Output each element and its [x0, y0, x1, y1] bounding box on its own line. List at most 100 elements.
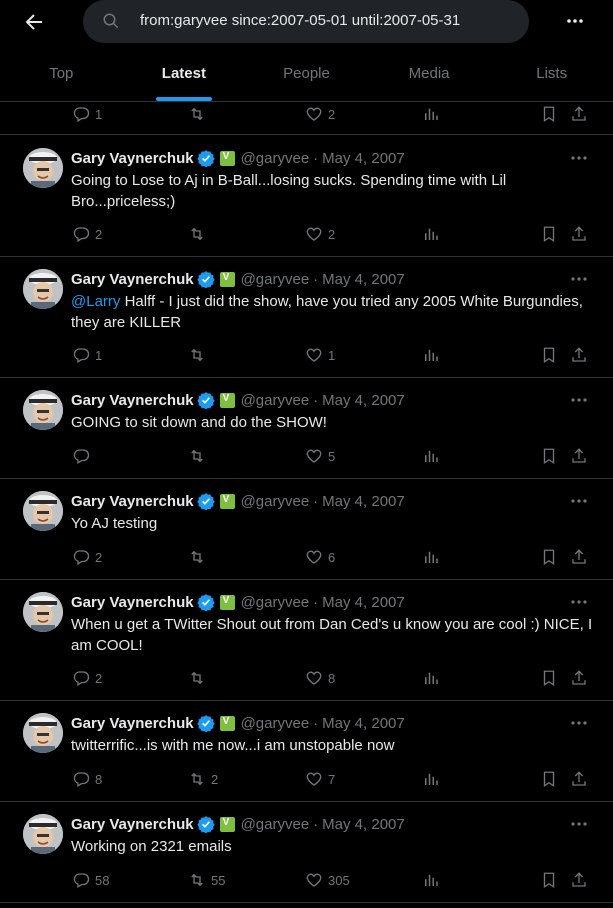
retweet-button[interactable]	[188, 223, 211, 245]
views-button[interactable]	[422, 667, 440, 689]
views-button[interactable]	[422, 223, 440, 245]
tab-lists[interactable]: Lists	[490, 51, 613, 101]
bookmark-button[interactable]	[540, 768, 558, 790]
bookmark-button[interactable]	[540, 869, 558, 891]
tweet[interactable]: Gary Vaynerchuk @garyvee · May 4, 2007 W…	[0, 579, 613, 701]
author-handle[interactable]: @garyvee	[241, 594, 310, 611]
like-button[interactable]: 8	[305, 667, 335, 689]
bookmark-button[interactable]	[540, 223, 558, 245]
views-button[interactable]	[422, 768, 440, 790]
avatar[interactable]	[23, 713, 63, 753]
tab-media[interactable]: Media	[368, 51, 491, 101]
retweet-button[interactable]: 55	[188, 869, 225, 891]
avatar[interactable]	[23, 390, 63, 430]
author-handle[interactable]: @garyvee	[241, 493, 310, 510]
retweet-button[interactable]: 2	[188, 768, 218, 790]
tweet[interactable]: Gary Vaynerchuk @garyvee · May 4, 2007 @…	[0, 256, 613, 378]
reply-button[interactable]: 2	[72, 546, 102, 568]
author-handle[interactable]: @garyvee	[241, 392, 310, 409]
share-button[interactable]	[570, 103, 588, 125]
author-name[interactable]: Gary Vaynerchuk	[71, 392, 194, 409]
avatar[interactable]	[23, 814, 63, 854]
tweet[interactable]: Gary Vaynerchuk @garyvee · May 4, 2007 t…	[0, 700, 613, 802]
retweet-button[interactable]	[188, 344, 211, 366]
tweet-more-icon[interactable]	[569, 270, 589, 288]
tweet[interactable]: Gary Vaynerchuk @garyvee · May 4, 2007 Y…	[0, 478, 613, 580]
tab-people[interactable]: People	[245, 51, 368, 101]
author-name[interactable]: Gary Vaynerchuk	[71, 594, 194, 611]
avatar[interactable]	[23, 269, 63, 309]
mention-link[interactable]: @Larry	[71, 293, 120, 310]
tweet-date[interactable]: May 4, 2007	[322, 816, 405, 833]
tweet[interactable]: Gary Vaynerchuk @garyvee · May 4, 2007 G…	[0, 377, 613, 479]
tweet-date[interactable]: May 4, 2007	[322, 594, 405, 611]
share-button[interactable]	[570, 869, 588, 891]
like-button[interactable]: 5	[305, 445, 335, 467]
author-handle[interactable]: @garyvee	[241, 816, 310, 833]
retweet-button[interactable]	[188, 103, 211, 125]
share-button[interactable]	[570, 223, 588, 245]
share-button[interactable]	[570, 445, 588, 467]
views-button[interactable]	[422, 344, 440, 366]
search-input[interactable]: from:garyvee since:2007-05-01 until:2007…	[83, 0, 529, 43]
retweet-button[interactable]	[188, 546, 211, 568]
share-button[interactable]	[570, 768, 588, 790]
like-button[interactable]: 6	[305, 546, 335, 568]
tab-latest[interactable]: Latest	[123, 51, 246, 101]
tweet-date[interactable]: May 4, 2007	[322, 150, 405, 167]
share-button[interactable]	[570, 546, 588, 568]
like-button[interactable]: 1	[305, 344, 335, 366]
bookmark-button[interactable]	[540, 103, 558, 125]
author-name[interactable]: Gary Vaynerchuk	[71, 493, 194, 510]
share-button[interactable]	[570, 344, 588, 366]
tweet-date[interactable]: May 4, 2007	[322, 271, 405, 288]
share-button[interactable]	[570, 667, 588, 689]
bookmark-button[interactable]	[540, 445, 558, 467]
avatar[interactable]	[23, 491, 63, 531]
reply-button[interactable]: 8	[72, 768, 102, 790]
views-button[interactable]	[422, 546, 440, 568]
views-button[interactable]	[422, 103, 440, 125]
tweet-more-icon[interactable]	[569, 492, 589, 510]
tab-top[interactable]: Top	[0, 51, 123, 101]
retweet-button[interactable]	[188, 445, 211, 467]
avatar[interactable]	[23, 592, 63, 632]
author-name[interactable]: Gary Vaynerchuk	[71, 715, 194, 732]
tweet-date[interactable]: May 4, 2007	[322, 715, 405, 732]
reply-button[interactable]: 1	[72, 344, 102, 366]
author-name[interactable]: Gary Vaynerchuk	[71, 150, 194, 167]
reply-button[interactable]: 2	[72, 223, 102, 245]
tweet-date[interactable]: May 4, 2007	[322, 493, 405, 510]
tweet-partial[interactable]: 1 2	[0, 101, 613, 135]
like-button[interactable]: 2	[305, 103, 335, 125]
tweet-more-icon[interactable]	[569, 149, 589, 167]
views-button[interactable]	[422, 869, 440, 891]
like-button[interactable]: 305	[305, 869, 350, 891]
more-options-icon[interactable]	[565, 11, 585, 31]
tweet-more-icon[interactable]	[569, 714, 589, 732]
tweet[interactable]: Gary Vaynerchuk @garyvee · May 4, 2007 G…	[0, 135, 613, 257]
like-button[interactable]: 2	[305, 223, 335, 245]
tweet[interactable]: Gary Vaynerchuk @garyvee · May 4, 2007 W…	[0, 801, 613, 903]
bookmark-button[interactable]	[540, 344, 558, 366]
bookmark-button[interactable]	[540, 546, 558, 568]
reply-button[interactable]: 58	[72, 869, 109, 891]
views-button[interactable]	[422, 445, 440, 467]
author-handle[interactable]: @garyvee	[241, 271, 310, 288]
author-handle[interactable]: @garyvee	[241, 150, 310, 167]
back-arrow-icon[interactable]	[22, 10, 46, 34]
author-name[interactable]: Gary Vaynerchuk	[71, 271, 194, 288]
reply-button[interactable]: 2	[72, 667, 102, 689]
reply-button[interactable]	[72, 445, 95, 467]
tweet-more-icon[interactable]	[569, 815, 589, 833]
retweet-button[interactable]	[188, 667, 211, 689]
author-handle[interactable]: @garyvee	[241, 715, 310, 732]
author-name[interactable]: Gary Vaynerchuk	[71, 816, 194, 833]
tweet-more-icon[interactable]	[569, 593, 589, 611]
tweet-more-icon[interactable]	[569, 391, 589, 409]
like-button[interactable]: 7	[305, 768, 335, 790]
tweet-date[interactable]: May 4, 2007	[322, 392, 405, 409]
avatar[interactable]	[23, 148, 63, 188]
bookmark-button[interactable]	[540, 667, 558, 689]
reply-button[interactable]: 1	[72, 103, 102, 125]
